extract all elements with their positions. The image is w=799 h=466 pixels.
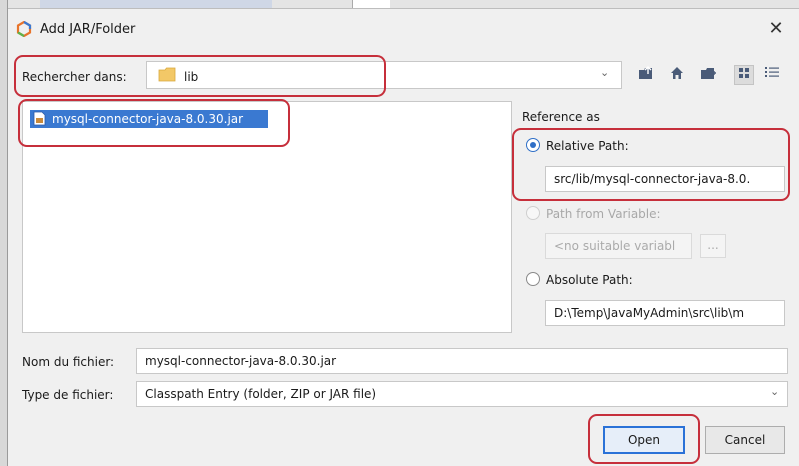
chevron-down-icon[interactable]: ⌄	[600, 66, 609, 79]
home-icon[interactable]	[667, 65, 687, 85]
dialog-title: Add JAR/Folder	[40, 22, 136, 37]
highlight-file	[18, 99, 290, 147]
highlight-look-in	[14, 55, 386, 97]
background-window-edge	[0, 0, 8, 466]
close-button[interactable]: ✕	[764, 18, 788, 42]
variable-browse-button[interactable]: ...	[700, 234, 726, 258]
variable-field[interactable]: <no suitable variabl	[545, 233, 692, 259]
up-folder-icon[interactable]	[636, 65, 656, 85]
absolute-path-field[interactable]: D:\Temp\JavaMyAdmin\src\lib\m	[545, 300, 785, 326]
cancel-button[interactable]: Cancel	[705, 426, 785, 454]
highlight-relative-path	[512, 128, 790, 201]
background-tab	[40, 0, 272, 8]
background-panel	[352, 0, 390, 8]
chevron-down-icon[interactable]: ⌄	[770, 385, 779, 398]
list-view-icon[interactable]	[734, 65, 754, 85]
file-type-label: Type de fichier:	[22, 388, 114, 402]
absolute-path-radio[interactable]	[526, 272, 540, 286]
file-name-label: Nom du fichier:	[22, 355, 115, 369]
path-from-variable-label: Path from Variable:	[546, 207, 661, 221]
details-view-icon[interactable]	[762, 65, 782, 85]
file-name-input[interactable]: mysql-connector-java-8.0.30.jar	[136, 348, 788, 374]
highlight-open-button	[588, 414, 700, 464]
file-type-select[interactable]: Classpath Entry (folder, ZIP or JAR file…	[136, 381, 788, 407]
absolute-path-label: Absolute Path:	[546, 273, 633, 287]
app-logo-icon	[16, 21, 32, 37]
reference-as-label: Reference as	[522, 110, 600, 124]
new-folder-icon[interactable]	[698, 65, 718, 85]
path-from-variable-radio[interactable]	[526, 206, 540, 220]
